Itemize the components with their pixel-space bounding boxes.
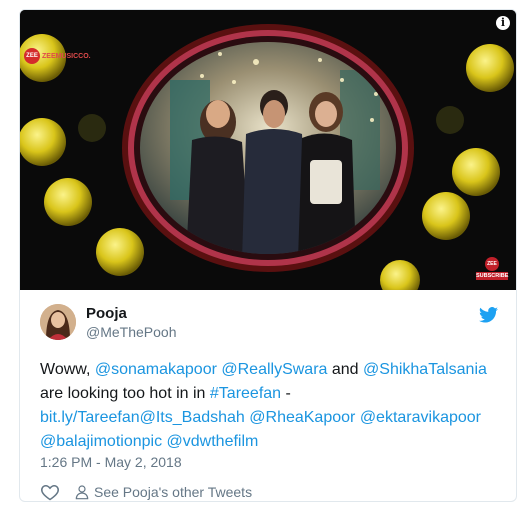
- twitter-bird-icon[interactable]: [479, 307, 498, 328]
- mention-link[interactable]: @sonamakapoor: [95, 361, 217, 378]
- subscribe-badge[interactable]: ZEE SUBSCRIBE: [476, 257, 508, 280]
- tweet-actions: See Pooja's other Tweets: [40, 482, 252, 501]
- video-frame: [20, 10, 516, 290]
- mention-link[interactable]: @ShikhaTalsania: [363, 361, 487, 378]
- brand-logo: ZEE ZEEMUSICCO.: [24, 48, 91, 64]
- avatar[interactable]: [40, 304, 76, 340]
- tweet-header: Pooja @MeThePooh: [40, 303, 502, 343]
- see-other-tweets-label: See Pooja's other Tweets: [94, 484, 253, 500]
- tweet-text: Woww, @sonamakapoor @ReallySwara and @Sh…: [40, 358, 510, 454]
- embedded-tweet-card: i ZEE ZEEMUSICCO. ZEE SUBSCRIBE Pooja @M…: [19, 9, 517, 502]
- tweet-text-segment: are looking too hot in in: [40, 385, 210, 402]
- subscribe-mark: ZEE: [485, 257, 499, 271]
- tweet-text-segment: -: [281, 385, 291, 402]
- see-other-tweets-link[interactable]: See Pooja's other Tweets: [74, 484, 252, 500]
- tweet-timestamp[interactable]: 1:26 PM - May 2, 2018: [40, 454, 182, 470]
- mention-link[interactable]: @ReallySwara: [221, 361, 327, 378]
- tweet-text-segment: Woww,: [40, 361, 95, 378]
- display-name[interactable]: Pooja: [86, 305, 127, 322]
- info-icon[interactable]: i: [496, 16, 510, 30]
- mention-link[interactable]: @RheaKapoor: [249, 409, 355, 426]
- url-link[interactable]: bit.ly/Tareefan: [40, 409, 140, 426]
- subscribe-label: SUBSCRIBE: [476, 272, 509, 280]
- mention-link[interactable]: @Its_Badshah: [140, 409, 245, 426]
- hashtag-link[interactable]: #Tareefan: [210, 385, 281, 402]
- mention-link[interactable]: @ektaravikapoor: [360, 409, 481, 426]
- brand-logo-text: ZEEMUSICCO.: [42, 52, 91, 60]
- tweet-text-segment: and: [327, 361, 364, 378]
- mention-link[interactable]: @balajimotionpic: [40, 433, 162, 450]
- brand-mark: ZEE: [24, 48, 40, 64]
- mention-link[interactable]: @vdwthefilm: [167, 433, 259, 450]
- heart-icon[interactable]: [40, 482, 60, 501]
- person-icon: [75, 485, 89, 500]
- video-thumbnail[interactable]: i ZEE ZEEMUSICCO. ZEE SUBSCRIBE: [20, 10, 516, 290]
- user-handle[interactable]: @MeThePooh: [86, 324, 176, 340]
